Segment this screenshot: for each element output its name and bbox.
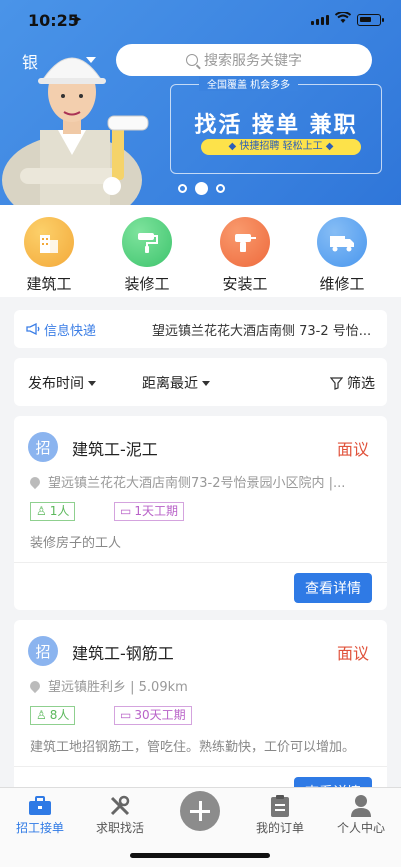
category-decoration[interactable]: 装修工 bbox=[112, 217, 182, 294]
person-icon: ♙ bbox=[36, 504, 47, 518]
home-indicator bbox=[130, 853, 270, 858]
job-price: 面议 bbox=[336, 644, 369, 663]
paint-roller-icon bbox=[122, 217, 172, 267]
tab-label: 求职找活 bbox=[95, 821, 144, 835]
people-count: 8人 bbox=[49, 708, 70, 722]
tab-label: 我的订单 bbox=[255, 821, 304, 835]
carousel-dot-active[interactable] bbox=[195, 182, 208, 195]
promo-pill: ◆ 快捷招聘 轻松上工 ◆ bbox=[201, 139, 361, 155]
tab-hire[interactable]: 招工接单 bbox=[0, 793, 80, 836]
drill-icon bbox=[220, 217, 270, 267]
carousel-dot[interactable] bbox=[178, 184, 187, 193]
user-icon bbox=[351, 795, 371, 817]
sort-publish-time-label: 发布时间 bbox=[28, 376, 84, 392]
building-icon bbox=[24, 217, 74, 267]
people-count: 1人 bbox=[49, 504, 70, 518]
job-description: 建筑工地招钢筋工，管吃住。熟练勤快，工价可以增加。 bbox=[30, 740, 356, 755]
tab-label: 个人中心 bbox=[336, 821, 385, 835]
tab-find-work[interactable]: 求职找活 bbox=[80, 793, 160, 836]
job-title: 建筑工-钢筋工 bbox=[72, 644, 174, 663]
person-icon: ♙ bbox=[36, 708, 47, 722]
caret-down-icon bbox=[202, 380, 210, 386]
caret-down-icon bbox=[88, 380, 96, 386]
people-badge: ♙ 1人 bbox=[30, 502, 76, 521]
category-repair[interactable]: 维修工 bbox=[307, 217, 377, 294]
category-label: 安装工 bbox=[222, 275, 268, 293]
job-address: 望远镇兰花花大酒店南侧73-2号怡景园小区院内 |... bbox=[30, 472, 370, 491]
category-label: 装修工 bbox=[124, 275, 170, 293]
megaphone-icon bbox=[26, 323, 40, 335]
cellular-signal-icon bbox=[311, 15, 329, 25]
location-pin-icon bbox=[30, 678, 43, 693]
briefcase-icon bbox=[29, 796, 51, 815]
filter-bar: 发布时间 距离最近 筛选 bbox=[14, 358, 387, 406]
duration-text: 30天工期 bbox=[134, 708, 186, 722]
status-bar: 10:25 ➤ bbox=[0, 0, 401, 42]
category-label: 维修工 bbox=[319, 275, 365, 293]
battery-icon bbox=[357, 14, 384, 26]
info-text[interactable]: 望远镇兰花花大酒店南侧 73-2 号怡... bbox=[152, 320, 382, 339]
duration-text: 1天工期 bbox=[134, 504, 178, 518]
info-ticker[interactable]: 信息快递 望远镇兰花花大酒店南侧 73-2 号怡... bbox=[14, 310, 387, 348]
filter-label: 筛选 bbox=[347, 376, 375, 392]
sort-distance[interactable]: 距离最近 bbox=[142, 373, 210, 393]
avatar: 招 bbox=[28, 636, 58, 666]
clipboard-icon bbox=[271, 795, 289, 817]
promo-title: 找活 接单 兼职 bbox=[194, 113, 358, 138]
calendar-icon: ▭ bbox=[120, 708, 132, 722]
divider bbox=[14, 562, 387, 563]
funnel-icon bbox=[330, 376, 343, 390]
category-installation[interactable]: 安装工 bbox=[210, 217, 280, 294]
job-card[interactable]: 招 建筑工-泥工 面议 望远镇兰花花大酒店南侧73-2号怡景园小区院内 |...… bbox=[14, 416, 387, 610]
search-input[interactable]: 搜索服务关键字 bbox=[116, 44, 372, 76]
job-address: 望远镇胜利乡 | 5.09km bbox=[30, 676, 370, 695]
truck-icon bbox=[317, 217, 367, 267]
calendar-icon: ▭ bbox=[120, 504, 132, 518]
promo-box: 全国覆盖 机会多多 找活 接单 兼职 ◆ 快捷招聘 轻松上工 ◆ bbox=[170, 76, 382, 174]
divider bbox=[14, 766, 387, 767]
job-address-text: 望远镇胜利乡 | 5.09km bbox=[48, 680, 188, 695]
filter-button[interactable]: 筛选 bbox=[330, 373, 375, 393]
category-construction[interactable]: 建筑工 bbox=[14, 217, 84, 294]
duration-badge: ▭ 30天工期 bbox=[114, 706, 192, 725]
duration-badge: ▭ 1天工期 bbox=[114, 502, 184, 521]
tab-profile[interactable]: 个人中心 bbox=[321, 793, 401, 836]
category-label: 建筑工 bbox=[26, 275, 72, 293]
tab-label: 招工接单 bbox=[15, 821, 64, 835]
tools-icon bbox=[110, 795, 130, 816]
search-placeholder: 搜索服务关键字 bbox=[204, 53, 302, 69]
job-card[interactable]: 招 建筑工-钢筋工 面议 望远镇胜利乡 | 5.09km ♙ 8人 ▭ 30天工… bbox=[14, 620, 387, 814]
search-icon bbox=[186, 54, 198, 66]
promo-subtitle: 全国覆盖 机会多多 bbox=[199, 76, 299, 91]
location-arrow-icon: ➤ bbox=[72, 12, 83, 26]
job-title: 建筑工-泥工 bbox=[72, 440, 158, 459]
view-details-button[interactable]: 查看详情 bbox=[294, 573, 372, 603]
job-description: 装修房子的工人 bbox=[30, 536, 122, 551]
category-grid: 建筑工 装修工 安装工 维修工 bbox=[0, 205, 401, 297]
job-address-text: 望远镇兰花花大酒店南侧73-2号怡景园小区院内 |... bbox=[48, 476, 346, 491]
carousel-dots bbox=[178, 182, 225, 195]
sort-distance-label: 距离最近 bbox=[142, 376, 198, 392]
people-badge: ♙ 8人 bbox=[30, 706, 76, 725]
job-price: 面议 bbox=[336, 440, 369, 459]
city-selector[interactable]: 银 bbox=[22, 49, 38, 73]
location-pin-icon bbox=[30, 474, 43, 489]
info-tag: 信息快递 bbox=[26, 320, 136, 339]
tab-my-orders[interactable]: 我的订单 bbox=[240, 793, 320, 836]
sort-publish-time[interactable]: 发布时间 bbox=[28, 373, 96, 393]
info-tag-label: 信息快递 bbox=[44, 323, 97, 339]
avatar: 招 bbox=[28, 432, 58, 462]
chevron-down-icon[interactable] bbox=[86, 57, 96, 63]
carousel-dot[interactable] bbox=[216, 184, 225, 193]
plus-icon[interactable] bbox=[180, 791, 220, 831]
wifi-icon bbox=[335, 12, 351, 23]
